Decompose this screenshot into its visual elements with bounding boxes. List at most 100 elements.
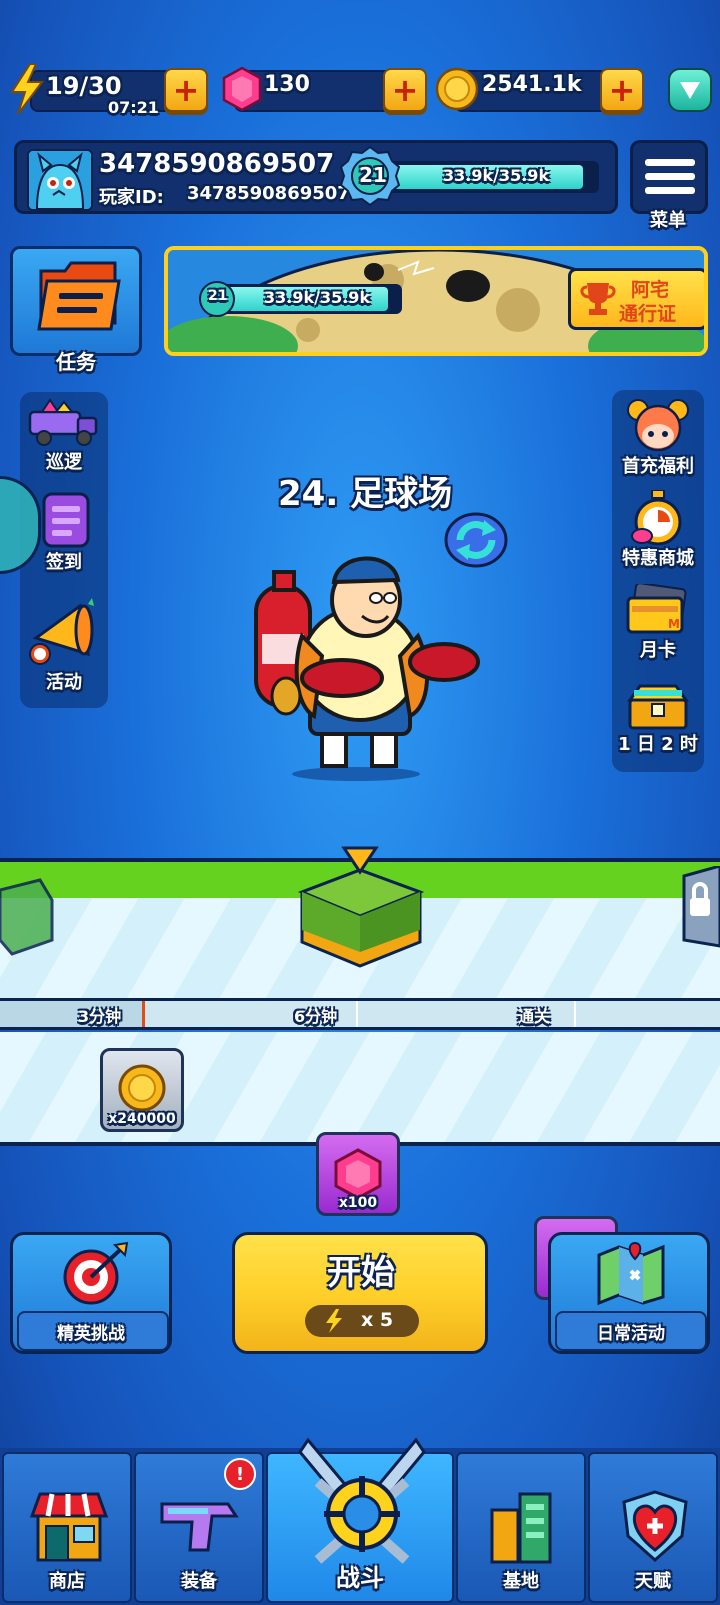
player-id: 3478590869507: [187, 183, 350, 204]
gun-icon: [160, 1502, 239, 1552]
patrol-label: 巡逻: [46, 452, 82, 473]
pass-badge-line2: 通行证: [619, 303, 677, 325]
menu-label: 菜单: [650, 210, 686, 231]
add-gems-button[interactable]: +: [383, 68, 427, 112]
menu-button[interactable]: [630, 140, 708, 214]
timed-chest-button[interactable]: 1 日 2 时: [612, 680, 704, 760]
add-energy-button[interactable]: +: [164, 68, 208, 112]
crossed-swords-icon: [298, 1437, 426, 1564]
checkin-icon: [42, 492, 90, 548]
shield-icon: [680, 82, 700, 99]
energy-value: 19/30: [46, 72, 122, 100]
badge-text: !: [235, 1463, 245, 1485]
lightning-icon: [10, 64, 44, 114]
trophy-icon: [580, 283, 616, 315]
milestone-divider: [356, 1001, 358, 1027]
pass-xp-bar: 33.9k/35.9k: [212, 284, 402, 314]
pass-badge[interactable]: 阿宅 通行证: [568, 268, 704, 330]
energy-timer: 07:21: [108, 98, 159, 117]
monthly-card-label: 月卡: [640, 640, 676, 661]
pass-banner[interactable]: 33.9k/35.9k 21 阿宅 通行证: [164, 246, 708, 356]
pass-xp-text: 33.9k/35.9k: [264, 288, 371, 307]
nav-equipment-tab[interactable]: ! 装备: [134, 1452, 264, 1603]
nav-shop-label: 商店: [49, 1571, 85, 1592]
profile-panel[interactable]: 3478590869507 玩家ID: 3478590869507 33.9k/…: [14, 140, 618, 214]
first-charge-button[interactable]: 首充福利: [612, 398, 704, 478]
xp-bar: 33.9k/35.9k: [373, 161, 599, 193]
start-label: 开始: [327, 1253, 395, 1293]
heart-shield-icon: [622, 1490, 688, 1563]
plus-icon: +: [172, 71, 200, 109]
truck-icon: [28, 398, 98, 446]
daily-events-button[interactable]: 日常活动: [548, 1232, 710, 1354]
rewards-row: x240000 x100 x1: [0, 1032, 720, 1300]
map-icon: [597, 1241, 665, 1305]
elite-label: 精英挑战: [57, 1324, 125, 1344]
shop-icon: [30, 1492, 108, 1562]
megaphone-icon: [29, 598, 94, 665]
reward-count: x240000: [108, 1111, 176, 1127]
nav-base-tab[interactable]: 基地: [456, 1452, 586, 1603]
pass-badge-line1: 阿宅: [631, 279, 670, 301]
locked-stage-icon[interactable]: [670, 866, 720, 956]
reward-count: x100: [338, 1195, 378, 1211]
monthly-card-icon: M: [626, 584, 687, 634]
daily-label: 日常活动: [597, 1324, 665, 1344]
events-button[interactable]: 活动: [22, 598, 106, 696]
previous-stage-icon[interactable]: [0, 860, 56, 960]
reward-gems[interactable]: x100: [316, 1132, 400, 1216]
nav-base-label: 基地: [503, 1571, 539, 1592]
first-charge-icon: [627, 399, 689, 452]
start-cost: x 5: [305, 1305, 419, 1337]
resource-bar: 19/30 07:21 + 130 + 2541.1k +: [10, 64, 712, 117]
buildings-icon: [490, 1492, 552, 1564]
pass-level: 21: [208, 288, 228, 304]
nav-talent-label: 天赋: [635, 1571, 671, 1592]
milestone-bar: 3分钟 6分钟 通关: [0, 998, 720, 1030]
plus-icon: +: [391, 71, 419, 109]
patrol-button[interactable]: 巡逻: [22, 398, 106, 474]
nav-equipment-label: 装备: [181, 1571, 217, 1592]
player-name: 3478590869507: [99, 149, 335, 179]
events-label: 活动: [46, 672, 82, 693]
avatar[interactable]: [27, 149, 93, 211]
monthly-card-button[interactable]: M 月卡: [612, 584, 704, 664]
nav-talent-tab[interactable]: 天赋: [588, 1452, 718, 1603]
stage-football-field-icon[interactable]: [294, 846, 428, 972]
elite-label-plate: 精英挑战: [17, 1311, 169, 1351]
daily-label-plate: 日常活动: [555, 1311, 707, 1351]
start-button[interactable]: 开始 x 5: [232, 1232, 488, 1354]
notification-badge: !: [224, 1458, 256, 1490]
coin-value: 2541.1k: [482, 72, 582, 97]
boss-character-icon: [254, 556, 480, 781]
vip-button[interactable]: [668, 68, 712, 112]
timed-chest-label: 1 日 2 时: [618, 734, 698, 755]
checkin-label: 签到: [46, 552, 82, 573]
target-icon: [63, 1241, 129, 1305]
plus-icon: +: [608, 71, 636, 109]
checkin-button[interactable]: 签到: [22, 490, 106, 576]
nav-battle-tab[interactable]: 战斗: [266, 1437, 454, 1603]
reward-coins[interactable]: x240000: [100, 1048, 184, 1132]
treasure-chest-icon: [627, 684, 689, 730]
elite-challenge-button[interactable]: 精英挑战: [10, 1232, 172, 1354]
coin-icon: [435, 67, 479, 111]
milestone-marker: [142, 1001, 145, 1027]
avatar-icon: [29, 151, 91, 209]
special-shop-button[interactable]: 特惠商城: [612, 490, 704, 570]
tasks-button[interactable]: [10, 246, 142, 356]
xp-text: 33.9k/35.9k: [443, 166, 550, 185]
add-coins-button[interactable]: +: [600, 68, 644, 112]
svg-text:M: M: [668, 617, 680, 631]
hamburger-icon: [645, 159, 695, 194]
special-shop-label: 特惠商城: [622, 548, 694, 569]
coin-icon: [118, 1064, 166, 1112]
lightning-icon: [326, 1309, 342, 1333]
player-id-label: 玩家ID:: [99, 187, 164, 208]
milestone-label: 3分钟: [78, 1007, 122, 1026]
nav-shop-tab[interactable]: 商店: [2, 1452, 132, 1603]
stage-title: 24. 足球场: [278, 474, 453, 514]
milestone-label: 通关: [518, 1007, 551, 1026]
milestone-divider: [574, 1001, 576, 1027]
first-charge-label: 首充福利: [622, 456, 694, 477]
